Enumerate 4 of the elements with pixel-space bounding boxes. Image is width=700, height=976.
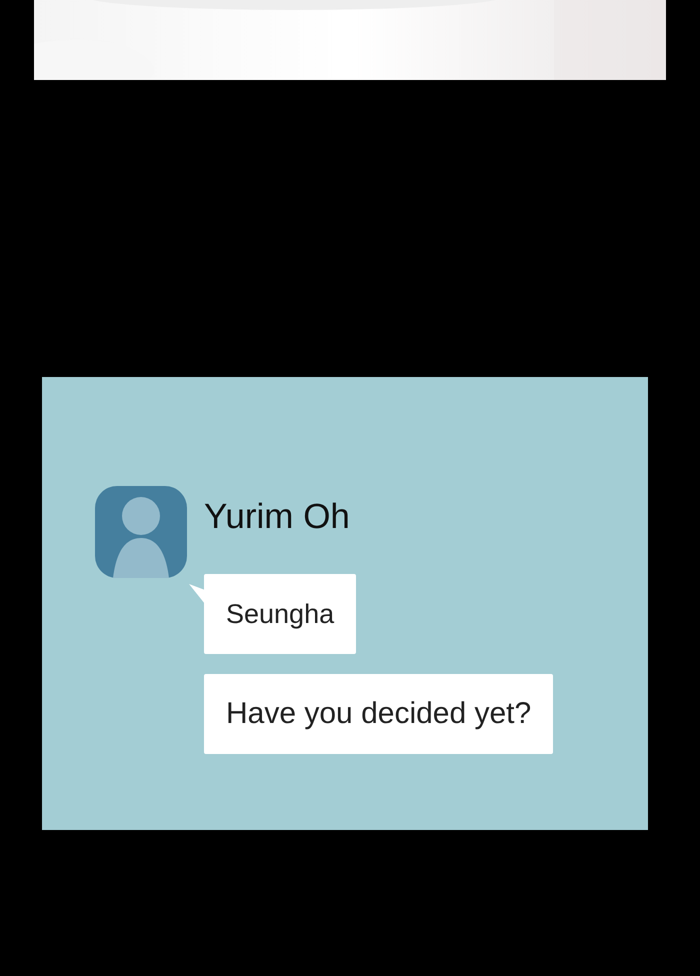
- avatar-icon: [95, 486, 187, 578]
- message-bubble: Seungha: [204, 574, 356, 654]
- sender-name: Yurim Oh: [204, 496, 350, 538]
- message-bubble: Have you decided yet?: [204, 674, 554, 754]
